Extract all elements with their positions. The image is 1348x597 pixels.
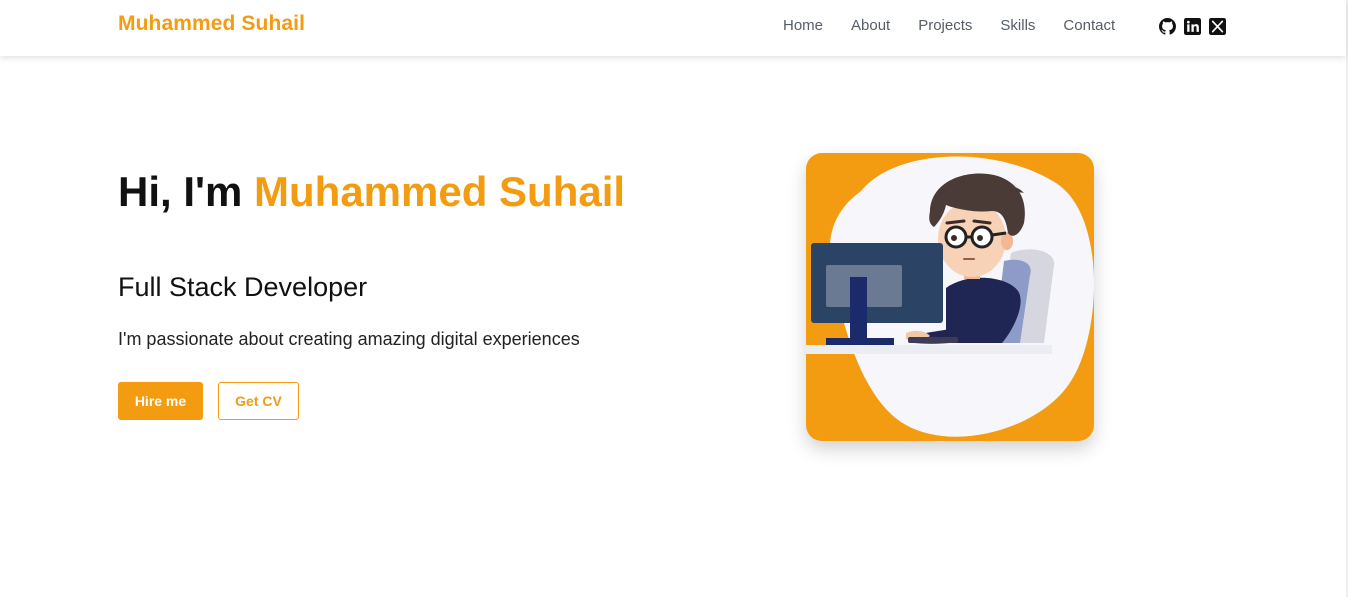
linkedin-icon[interactable] bbox=[1184, 18, 1201, 35]
nav-projects[interactable]: Projects bbox=[918, 17, 972, 34]
nav-contact[interactable]: Contact bbox=[1063, 17, 1115, 34]
hire-me-button[interactable]: Hire me bbox=[118, 382, 203, 420]
nav-skills[interactable]: Skills bbox=[1000, 17, 1035, 34]
nav-about[interactable]: About bbox=[851, 17, 890, 34]
nav-home[interactable]: Home bbox=[783, 17, 823, 34]
x-icon[interactable] bbox=[1209, 18, 1226, 35]
social-links bbox=[1159, 18, 1226, 35]
hero-title: Hi, I'm Muhammed Suhail bbox=[118, 170, 638, 214]
hero-description: I'm passionate about creating amazing di… bbox=[118, 329, 580, 349]
hero-name: Muhammed Suhail bbox=[254, 168, 626, 215]
hero-greeting: Hi, I'm bbox=[118, 168, 243, 215]
github-icon[interactable] bbox=[1159, 18, 1176, 35]
site-header: Muhammed Suhail Home About Projects Skil… bbox=[0, 0, 1346, 56]
main-nav: Home About Projects Skills Contact bbox=[783, 17, 1115, 34]
hero-role: Full Stack Developer bbox=[118, 272, 368, 302]
brand-logo[interactable]: Muhammed Suhail bbox=[118, 12, 305, 36]
developer-illustration bbox=[806, 153, 1094, 441]
get-cv-button[interactable]: Get CV bbox=[218, 382, 299, 420]
